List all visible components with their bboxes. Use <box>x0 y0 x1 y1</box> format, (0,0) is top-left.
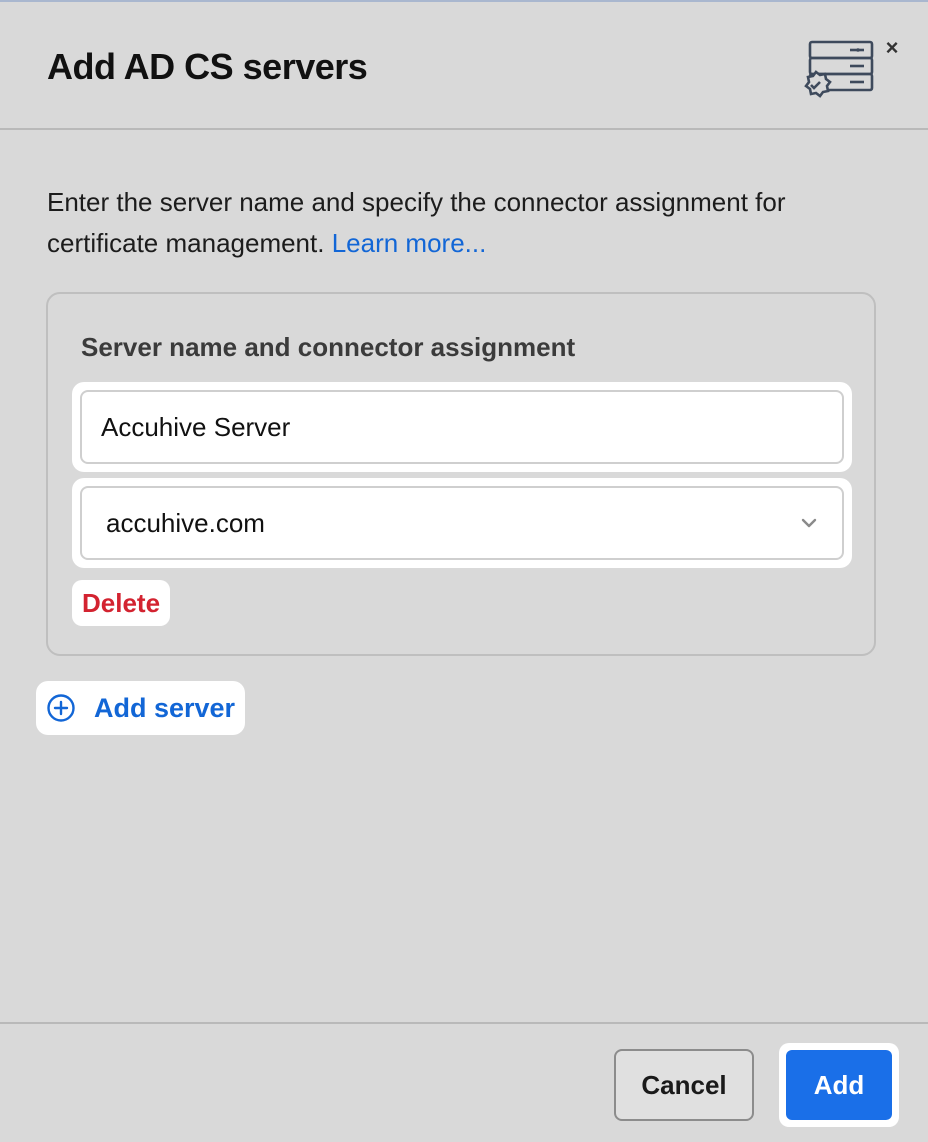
add-server-label: Add server <box>94 692 236 723</box>
add-button-wrapper: Add <box>779 1043 899 1127</box>
dialog-footer: Cancel Add <box>0 1022 928 1142</box>
cancel-button[interactable]: Cancel <box>614 1049 754 1121</box>
dialog-description: Enter the server name and specify the co… <box>47 182 877 264</box>
learn-more-link[interactable]: Learn more... <box>332 228 487 258</box>
add-ad-cs-servers-dialog: Add AD CS servers × Enter the server nam… <box>0 0 928 1142</box>
server-name-input[interactable] <box>99 410 825 444</box>
server-section-label: Server name and connector assignment <box>81 332 576 362</box>
delete-label: Delete <box>82 587 161 618</box>
add-server-button[interactable]: Add server <box>36 681 246 735</box>
server-certificate-icon <box>804 40 874 98</box>
chevron-down-icon <box>801 518 817 528</box>
connector-select[interactable]: accuhive.com <box>80 486 844 560</box>
close-button[interactable]: × <box>880 36 904 60</box>
connector-selected-value: accuhive.com <box>106 507 265 538</box>
dialog-title: Add AD CS servers <box>47 46 368 87</box>
server-entry-card: Server name and connector assignment acc… <box>46 292 876 656</box>
delete-server-button[interactable]: Delete <box>72 580 171 626</box>
add-button[interactable]: Add <box>786 1050 892 1120</box>
server-name-field-wrapper <box>72 382 852 472</box>
connector-select-wrapper: accuhive.com <box>72 478 852 568</box>
plus-circle-icon <box>47 694 75 722</box>
server-name-field[interactable] <box>80 390 844 464</box>
dialog-header: Add AD CS servers × <box>0 2 928 130</box>
